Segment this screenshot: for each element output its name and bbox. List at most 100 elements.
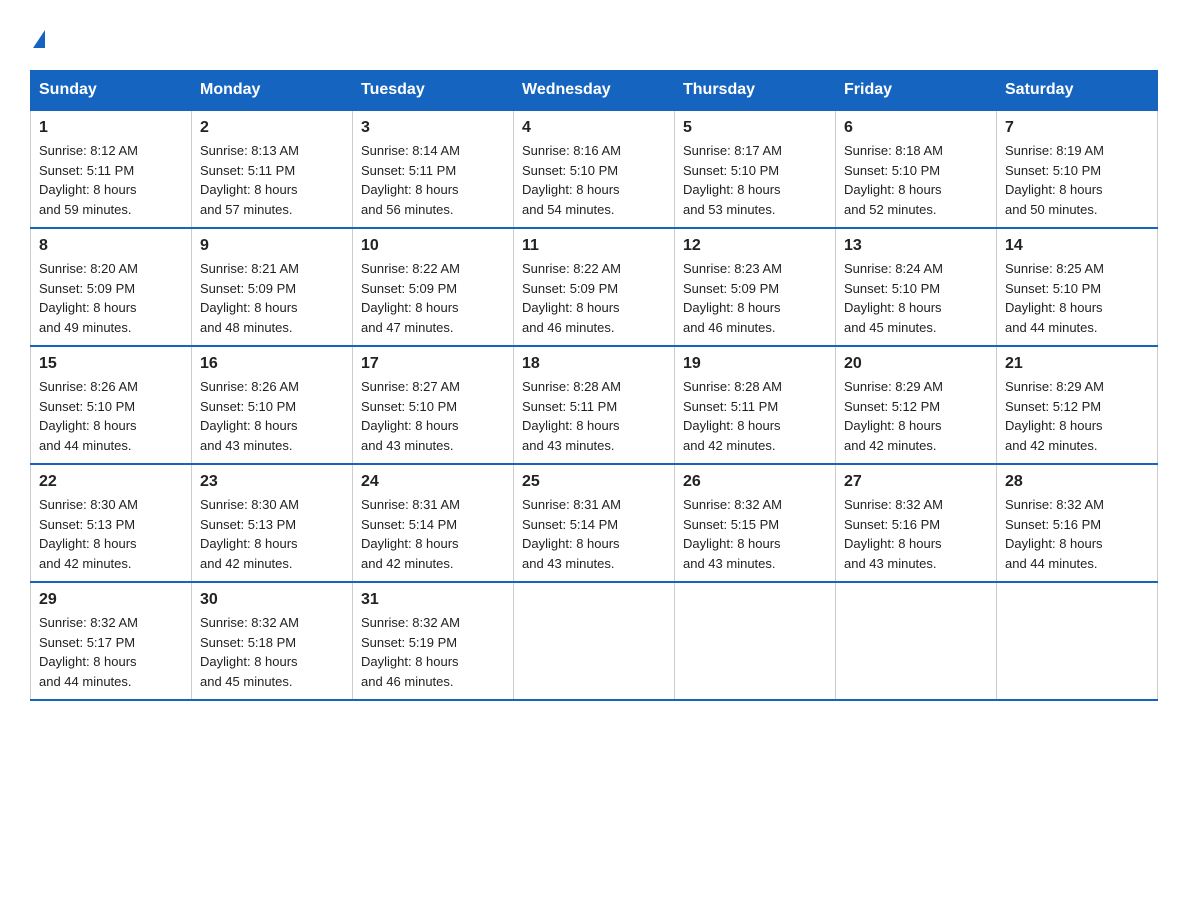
calendar-cell: 19 Sunrise: 8:28 AM Sunset: 5:11 PM Dayl… <box>675 346 836 464</box>
day-number: 18 <box>522 355 666 373</box>
page-header <box>30 30 1158 50</box>
day-info: Sunrise: 8:32 AM Sunset: 5:15 PM Dayligh… <box>683 495 827 573</box>
calendar-cell: 9 Sunrise: 8:21 AM Sunset: 5:09 PM Dayli… <box>192 228 353 346</box>
day-number: 26 <box>683 473 827 491</box>
calendar-cell: 25 Sunrise: 8:31 AM Sunset: 5:14 PM Dayl… <box>514 464 675 582</box>
day-info: Sunrise: 8:29 AM Sunset: 5:12 PM Dayligh… <box>844 377 988 455</box>
calendar-cell: 13 Sunrise: 8:24 AM Sunset: 5:10 PM Dayl… <box>836 228 997 346</box>
logo <box>30 30 45 50</box>
calendar-week-5: 29 Sunrise: 8:32 AM Sunset: 5:17 PM Dayl… <box>31 582 1158 700</box>
calendar-cell: 21 Sunrise: 8:29 AM Sunset: 5:12 PM Dayl… <box>997 346 1158 464</box>
day-info: Sunrise: 8:28 AM Sunset: 5:11 PM Dayligh… <box>683 377 827 455</box>
day-number: 17 <box>361 355 505 373</box>
day-info: Sunrise: 8:27 AM Sunset: 5:10 PM Dayligh… <box>361 377 505 455</box>
calendar-cell: 23 Sunrise: 8:30 AM Sunset: 5:13 PM Dayl… <box>192 464 353 582</box>
logo-triangle-icon <box>33 30 45 48</box>
day-number: 8 <box>39 237 183 255</box>
day-number: 1 <box>39 119 183 137</box>
day-info: Sunrise: 8:28 AM Sunset: 5:11 PM Dayligh… <box>522 377 666 455</box>
calendar-cell: 10 Sunrise: 8:22 AM Sunset: 5:09 PM Dayl… <box>353 228 514 346</box>
calendar-cell: 7 Sunrise: 8:19 AM Sunset: 5:10 PM Dayli… <box>997 110 1158 228</box>
day-number: 29 <box>39 591 183 609</box>
calendar-cell: 24 Sunrise: 8:31 AM Sunset: 5:14 PM Dayl… <box>353 464 514 582</box>
day-number: 12 <box>683 237 827 255</box>
day-number: 4 <box>522 119 666 137</box>
day-info: Sunrise: 8:24 AM Sunset: 5:10 PM Dayligh… <box>844 259 988 337</box>
day-number: 3 <box>361 119 505 137</box>
day-info: Sunrise: 8:19 AM Sunset: 5:10 PM Dayligh… <box>1005 141 1149 219</box>
day-info: Sunrise: 8:23 AM Sunset: 5:09 PM Dayligh… <box>683 259 827 337</box>
day-info: Sunrise: 8:32 AM Sunset: 5:19 PM Dayligh… <box>361 613 505 691</box>
day-info: Sunrise: 8:17 AM Sunset: 5:10 PM Dayligh… <box>683 141 827 219</box>
day-number: 11 <box>522 237 666 255</box>
day-number: 10 <box>361 237 505 255</box>
day-info: Sunrise: 8:29 AM Sunset: 5:12 PM Dayligh… <box>1005 377 1149 455</box>
calendar-cell <box>514 582 675 700</box>
day-info: Sunrise: 8:26 AM Sunset: 5:10 PM Dayligh… <box>200 377 344 455</box>
day-info: Sunrise: 8:31 AM Sunset: 5:14 PM Dayligh… <box>522 495 666 573</box>
calendar-cell: 22 Sunrise: 8:30 AM Sunset: 5:13 PM Dayl… <box>31 464 192 582</box>
day-info: Sunrise: 8:12 AM Sunset: 5:11 PM Dayligh… <box>39 141 183 219</box>
day-info: Sunrise: 8:22 AM Sunset: 5:09 PM Dayligh… <box>361 259 505 337</box>
day-info: Sunrise: 8:25 AM Sunset: 5:10 PM Dayligh… <box>1005 259 1149 337</box>
day-number: 24 <box>361 473 505 491</box>
day-info: Sunrise: 8:30 AM Sunset: 5:13 PM Dayligh… <box>200 495 344 573</box>
calendar-header-monday: Monday <box>192 71 353 111</box>
calendar-week-2: 8 Sunrise: 8:20 AM Sunset: 5:09 PM Dayli… <box>31 228 1158 346</box>
calendar-cell: 26 Sunrise: 8:32 AM Sunset: 5:15 PM Dayl… <box>675 464 836 582</box>
calendar-header-wednesday: Wednesday <box>514 71 675 111</box>
day-number: 30 <box>200 591 344 609</box>
calendar-cell: 14 Sunrise: 8:25 AM Sunset: 5:10 PM Dayl… <box>997 228 1158 346</box>
calendar-cell <box>675 582 836 700</box>
calendar-header-thursday: Thursday <box>675 71 836 111</box>
day-number: 23 <box>200 473 344 491</box>
calendar-cell: 8 Sunrise: 8:20 AM Sunset: 5:09 PM Dayli… <box>31 228 192 346</box>
calendar-cell <box>836 582 997 700</box>
calendar-cell: 20 Sunrise: 8:29 AM Sunset: 5:12 PM Dayl… <box>836 346 997 464</box>
calendar-week-4: 22 Sunrise: 8:30 AM Sunset: 5:13 PM Dayl… <box>31 464 1158 582</box>
day-number: 20 <box>844 355 988 373</box>
calendar-cell: 1 Sunrise: 8:12 AM Sunset: 5:11 PM Dayli… <box>31 110 192 228</box>
day-number: 27 <box>844 473 988 491</box>
calendar-header-friday: Friday <box>836 71 997 111</box>
day-number: 31 <box>361 591 505 609</box>
calendar-week-1: 1 Sunrise: 8:12 AM Sunset: 5:11 PM Dayli… <box>31 110 1158 228</box>
day-number: 28 <box>1005 473 1149 491</box>
calendar-cell: 29 Sunrise: 8:32 AM Sunset: 5:17 PM Dayl… <box>31 582 192 700</box>
day-info: Sunrise: 8:26 AM Sunset: 5:10 PM Dayligh… <box>39 377 183 455</box>
day-info: Sunrise: 8:31 AM Sunset: 5:14 PM Dayligh… <box>361 495 505 573</box>
calendar-cell: 30 Sunrise: 8:32 AM Sunset: 5:18 PM Dayl… <box>192 582 353 700</box>
day-number: 13 <box>844 237 988 255</box>
day-info: Sunrise: 8:32 AM Sunset: 5:17 PM Dayligh… <box>39 613 183 691</box>
day-number: 16 <box>200 355 344 373</box>
day-info: Sunrise: 8:30 AM Sunset: 5:13 PM Dayligh… <box>39 495 183 573</box>
day-number: 9 <box>200 237 344 255</box>
day-info: Sunrise: 8:18 AM Sunset: 5:10 PM Dayligh… <box>844 141 988 219</box>
calendar-cell: 11 Sunrise: 8:22 AM Sunset: 5:09 PM Dayl… <box>514 228 675 346</box>
calendar-cell: 15 Sunrise: 8:26 AM Sunset: 5:10 PM Dayl… <box>31 346 192 464</box>
calendar-cell: 18 Sunrise: 8:28 AM Sunset: 5:11 PM Dayl… <box>514 346 675 464</box>
day-info: Sunrise: 8:20 AM Sunset: 5:09 PM Dayligh… <box>39 259 183 337</box>
day-number: 22 <box>39 473 183 491</box>
calendar-cell: 5 Sunrise: 8:17 AM Sunset: 5:10 PM Dayli… <box>675 110 836 228</box>
day-info: Sunrise: 8:13 AM Sunset: 5:11 PM Dayligh… <box>200 141 344 219</box>
day-info: Sunrise: 8:32 AM Sunset: 5:18 PM Dayligh… <box>200 613 344 691</box>
calendar-header-sunday: Sunday <box>31 71 192 111</box>
day-number: 6 <box>844 119 988 137</box>
day-number: 15 <box>39 355 183 373</box>
day-info: Sunrise: 8:32 AM Sunset: 5:16 PM Dayligh… <box>1005 495 1149 573</box>
calendar-header-saturday: Saturday <box>997 71 1158 111</box>
calendar-cell: 28 Sunrise: 8:32 AM Sunset: 5:16 PM Dayl… <box>997 464 1158 582</box>
calendar-body: 1 Sunrise: 8:12 AM Sunset: 5:11 PM Dayli… <box>31 110 1158 700</box>
calendar-table: SundayMondayTuesdayWednesdayThursdayFrid… <box>30 70 1158 701</box>
calendar-cell: 31 Sunrise: 8:32 AM Sunset: 5:19 PM Dayl… <box>353 582 514 700</box>
calendar-header-tuesday: Tuesday <box>353 71 514 111</box>
calendar-cell: 2 Sunrise: 8:13 AM Sunset: 5:11 PM Dayli… <box>192 110 353 228</box>
day-info: Sunrise: 8:16 AM Sunset: 5:10 PM Dayligh… <box>522 141 666 219</box>
day-number: 19 <box>683 355 827 373</box>
day-info: Sunrise: 8:21 AM Sunset: 5:09 PM Dayligh… <box>200 259 344 337</box>
calendar-cell: 3 Sunrise: 8:14 AM Sunset: 5:11 PM Dayli… <box>353 110 514 228</box>
calendar-header-row: SundayMondayTuesdayWednesdayThursdayFrid… <box>31 71 1158 111</box>
day-info: Sunrise: 8:32 AM Sunset: 5:16 PM Dayligh… <box>844 495 988 573</box>
day-number: 2 <box>200 119 344 137</box>
